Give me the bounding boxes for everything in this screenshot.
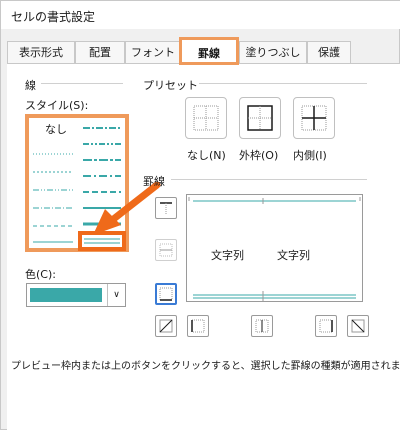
preset-section-title: プリセット [143, 79, 198, 92]
info-text: プレビュー枠内または上のボタンをクリックすると、選択した罫線の種類が適用されます [11, 361, 400, 372]
border-diagonal-up-button[interactable] [155, 315, 177, 337]
border-top-icon [160, 202, 172, 214]
border-top-button[interactable] [155, 197, 177, 219]
tab-fill[interactable]: 塗りつぶし [239, 41, 307, 63]
border-bottom-icon [159, 287, 173, 301]
tab-font[interactable]: フォント [125, 41, 181, 63]
preview-text-left: 文字列 [211, 249, 244, 262]
format-cells-dialog: セルの書式設定 表示形式 配置 フォント 罫線 塗りつぶし 保護 線 スタイル(… [0, 0, 400, 430]
style-label: スタイル(S): [25, 99, 89, 112]
diagonal-up-icon [159, 319, 173, 333]
dialog-title: セルの書式設定 [11, 10, 96, 24]
tab-number-format[interactable]: 表示形式 [7, 41, 75, 63]
preset-none-button[interactable] [185, 97, 227, 139]
border-preview[interactable]: 文字列 文字列 [186, 194, 363, 302]
preset-inside-label: 内側(I) [293, 149, 327, 162]
line-section-title: 線 [25, 79, 36, 92]
border-inside-horizontal-icon [159, 243, 173, 257]
title-bar: セルの書式設定 [1, 1, 400, 29]
border-diagonal-down-button[interactable] [347, 315, 369, 337]
preset-outline-button[interactable] [239, 97, 281, 139]
color-label: 色(C): [25, 268, 56, 281]
preset-inside-button[interactable] [293, 97, 335, 139]
preview-text-right: 文字列 [277, 249, 310, 262]
border-right-icon [319, 319, 333, 333]
border-section-title: 罫線 [143, 175, 165, 188]
tab-border[interactable]: 罫線 [179, 37, 239, 65]
preset-outline-label: 外枠(O) [239, 149, 279, 162]
border-right-button[interactable] [315, 315, 337, 337]
border-left-button[interactable] [187, 315, 209, 337]
preset-inside-icon [301, 105, 327, 131]
border-inside-vertical-button[interactable] [251, 315, 273, 337]
preset-none-label: なし(N) [187, 149, 226, 162]
color-swatch [30, 288, 102, 302]
border-inside-vertical-icon [255, 319, 269, 333]
line-section-divider [41, 83, 123, 84]
line-color-dropdown[interactable]: ∨ [26, 283, 126, 307]
preset-section-divider [199, 83, 367, 84]
preset-outline-icon [247, 105, 273, 131]
tab-alignment[interactable]: 配置 [75, 41, 125, 63]
chevron-down-icon[interactable]: ∨ [107, 284, 125, 306]
border-section-divider [171, 179, 367, 180]
border-left-icon [191, 319, 205, 333]
preset-none-icon [193, 105, 219, 131]
diagonal-down-icon [351, 319, 365, 333]
border-inside-horizontal-button[interactable] [155, 239, 177, 261]
tab-protection[interactable]: 保護 [307, 41, 351, 63]
border-bottom-button[interactable] [155, 283, 177, 305]
